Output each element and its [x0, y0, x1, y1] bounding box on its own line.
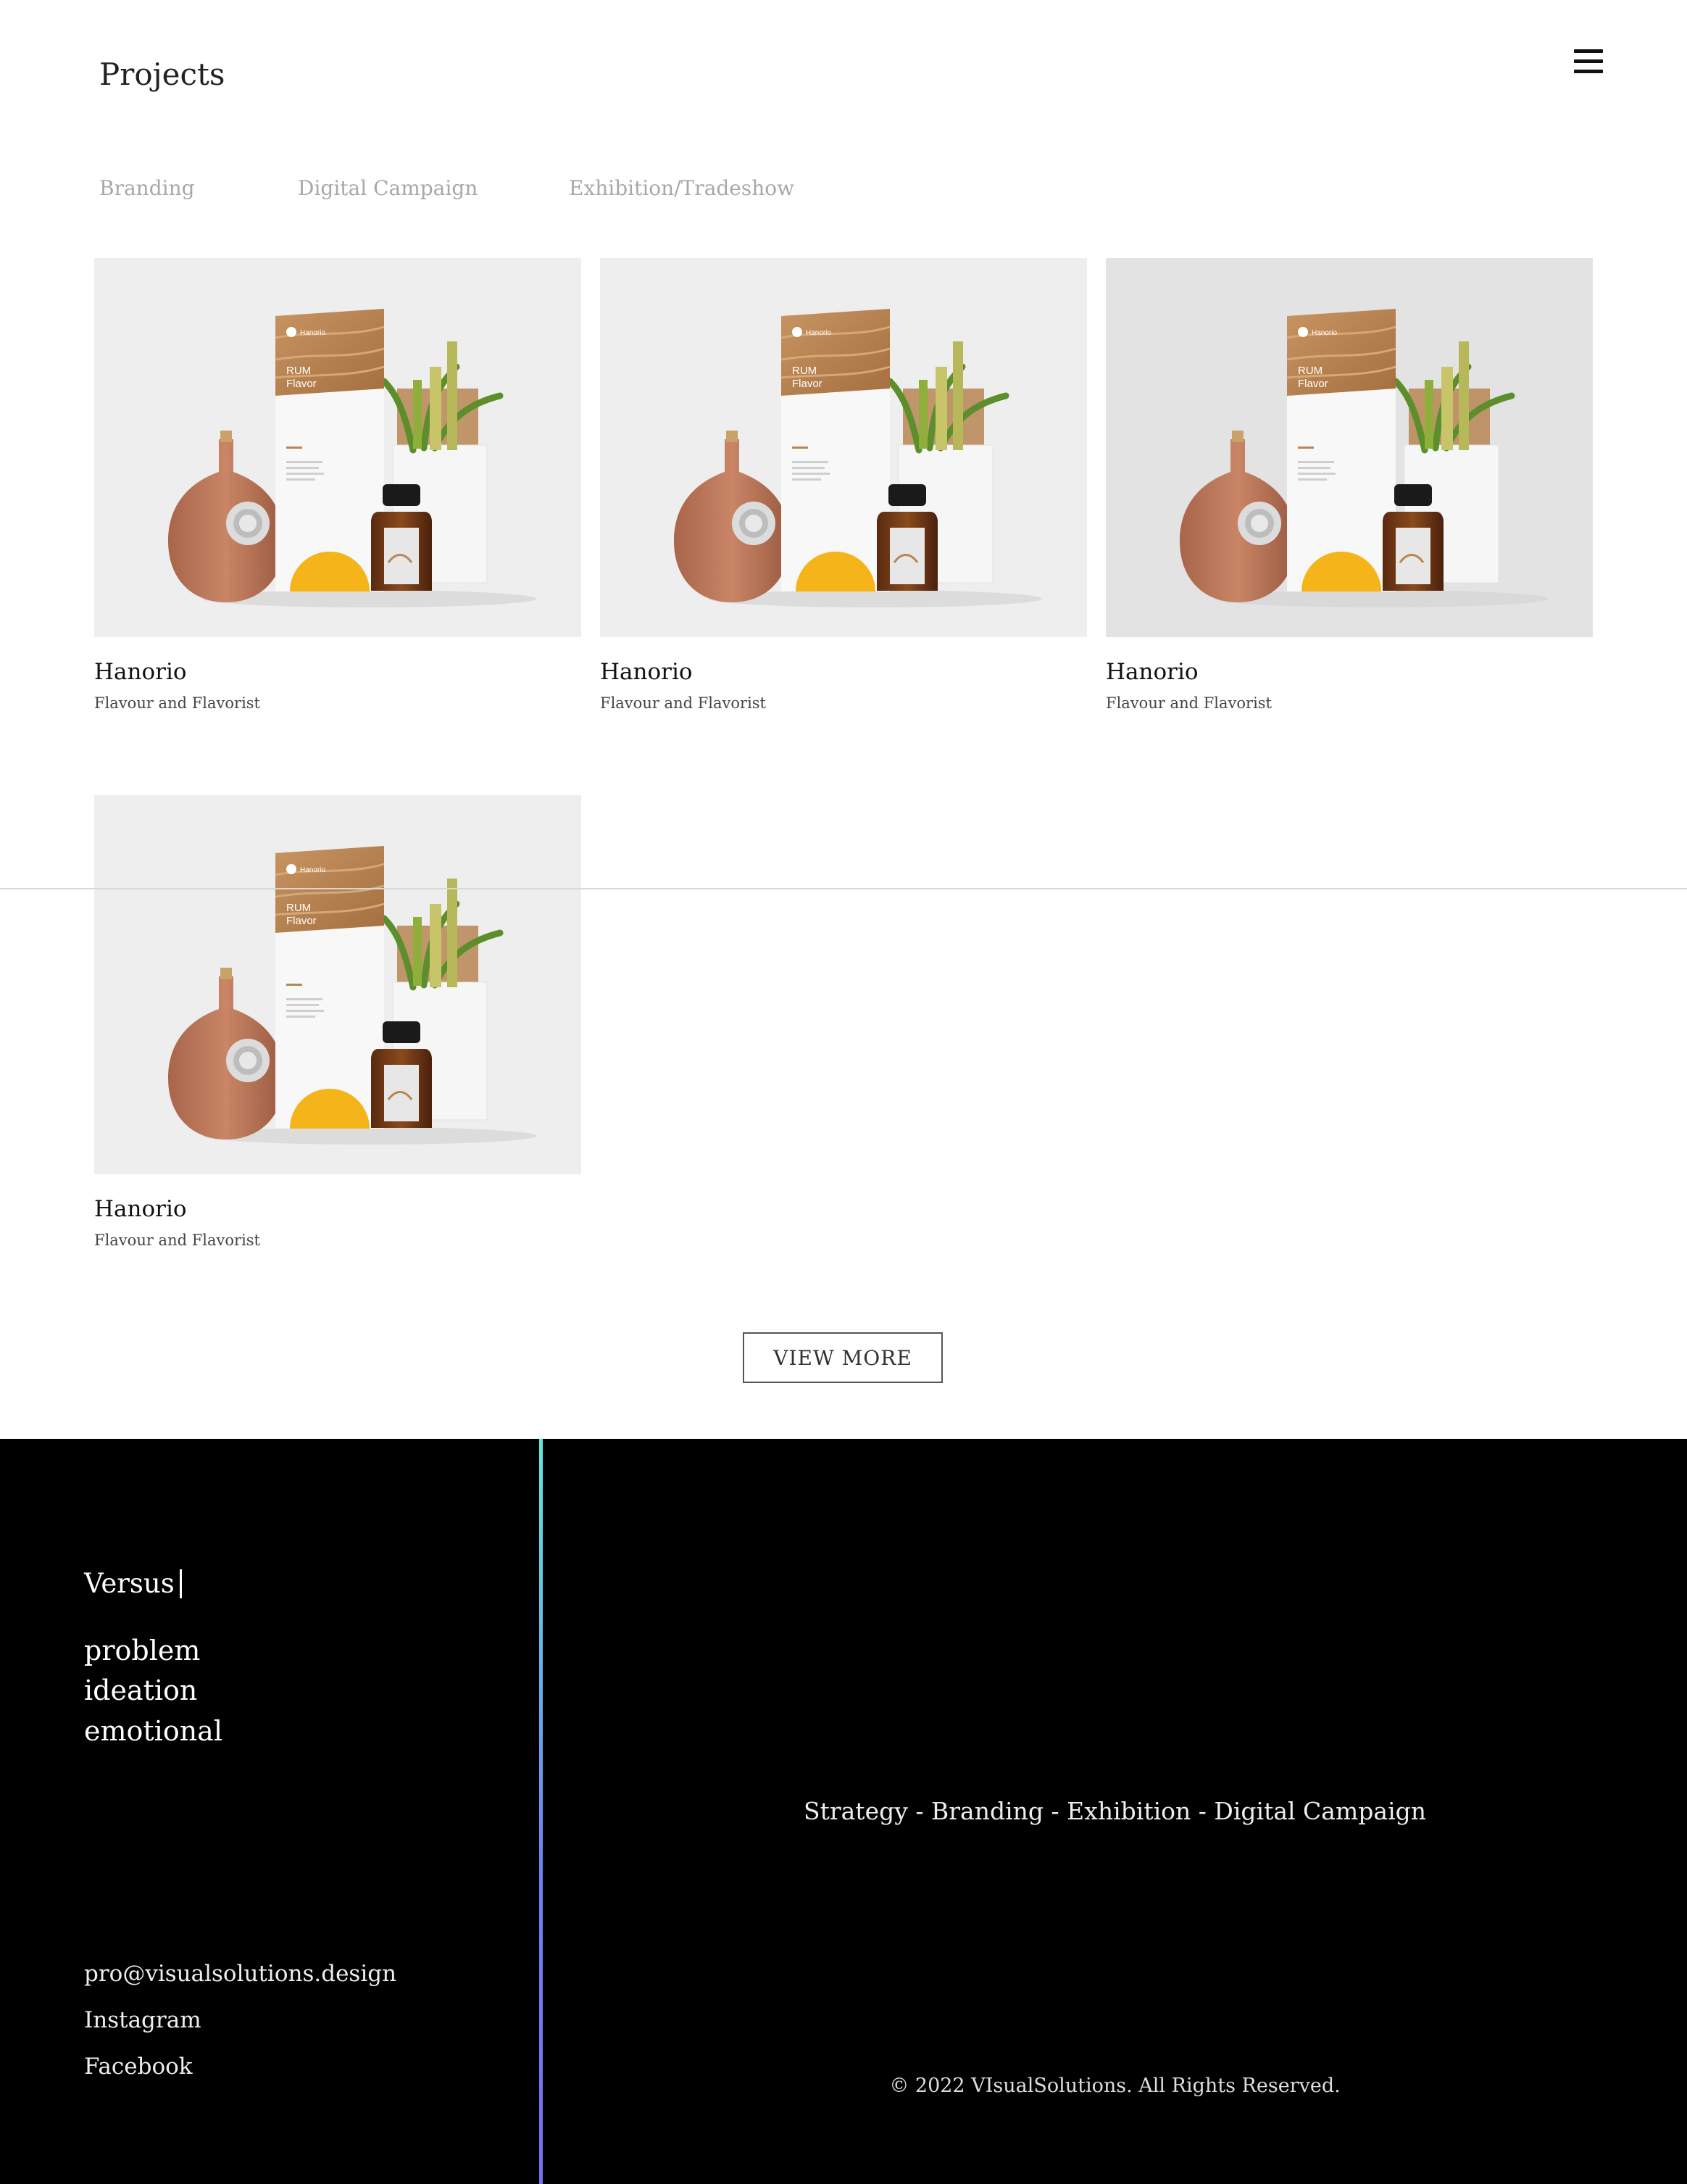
- project-image[interactable]: Hanorio RUM Flavor: [94, 258, 581, 637]
- project-title[interactable]: Hanorio: [94, 1195, 581, 1224]
- project-image[interactable]: Hanorio RUM Flavor: [1106, 258, 1593, 637]
- footer-word: ideation: [84, 1674, 198, 1706]
- rum-flavor-product-mockup: Hanorio RUM Flavor: [168, 846, 536, 1145]
- filter-tab-exhibition-tradeshow[interactable]: Exhibition/Tradeshow: [569, 176, 794, 200]
- svg-text:Hanorio: Hanorio: [806, 329, 831, 337]
- footer-brand: Versus: [84, 1568, 175, 1599]
- footer-word: emotional: [84, 1715, 222, 1747]
- filter-tab-digital-campaign[interactable]: Digital Campaign: [298, 176, 478, 200]
- page-title: Projects: [99, 57, 225, 92]
- svg-text:Hanorio: Hanorio: [300, 329, 325, 337]
- svg-text:Hanorio: Hanorio: [1312, 329, 1337, 337]
- rum-flavor-product-mockup: Hanorio RUM Flavor: [674, 309, 1042, 607]
- rum-flavor-product-mockup: Hanorio RUM Flavor: [168, 309, 536, 607]
- svg-text:RUM: RUM: [1298, 365, 1322, 377]
- instagram-link[interactable]: Instagram: [84, 2007, 201, 2033]
- divider-line: [0, 888, 1687, 889]
- svg-text:Flavor: Flavor: [1298, 378, 1328, 390]
- project-subtitle: Flavour and Flavorist: [1106, 694, 1272, 713]
- svg-text:Hanorio: Hanorio: [300, 866, 325, 874]
- project-image[interactable]: Hanorio RUM Flavor: [94, 795, 581, 1174]
- svg-text:Flavor: Flavor: [286, 915, 317, 927]
- project-card[interactable]: Hanorio RUM Flavor Hanorio Flavour and F…: [94, 258, 581, 714]
- copyright: © 2022 VIsualSolutions. All Rights Reser…: [889, 2075, 1341, 2097]
- project-title[interactable]: Hanorio: [1106, 657, 1593, 686]
- filter-tab-branding[interactable]: Branding: [99, 176, 195, 200]
- project-card[interactable]: Hanorio RUM Flavor Hanorio Flavour and F…: [600, 258, 1087, 714]
- services-tagline: Strategy - Branding - Exhibition - Digit…: [803, 1797, 1426, 1825]
- view-more-button[interactable]: VIEW MORE: [743, 1332, 943, 1383]
- project-title[interactable]: Hanorio: [94, 657, 581, 686]
- project-image[interactable]: Hanorio RUM Flavor: [600, 258, 1087, 637]
- footer: Versus problem ideation emotional pro@vi…: [0, 1439, 1687, 2184]
- svg-text:Flavor: Flavor: [792, 378, 822, 390]
- svg-text:RUM: RUM: [792, 365, 817, 377]
- facebook-link[interactable]: Facebook: [84, 2054, 193, 2080]
- project-subtitle: Flavour and Flavorist: [94, 694, 261, 713]
- email-link[interactable]: pro@visualsolutions.design: [84, 1961, 396, 1987]
- rum-flavor-product-mockup: Hanorio RUM Flavor: [1180, 309, 1548, 607]
- svg-text:Flavor: Flavor: [286, 378, 317, 390]
- text-cursor: [180, 1569, 182, 1598]
- project-title[interactable]: Hanorio: [600, 657, 1087, 686]
- footer-word: problem: [84, 1635, 201, 1666]
- project-subtitle: Flavour and Flavorist: [94, 1232, 261, 1250]
- svg-text:RUM: RUM: [286, 365, 311, 377]
- project-card[interactable]: Hanorio RUM Flavor Hanorio Flavour and F…: [94, 795, 581, 1251]
- project-subtitle: Flavour and Flavorist: [600, 694, 767, 713]
- hamburger-menu-icon[interactable]: [1574, 49, 1603, 74]
- svg-text:RUM: RUM: [286, 902, 311, 914]
- project-card[interactable]: Hanorio RUM Flavor Hanorio Flavour and F…: [1106, 258, 1593, 714]
